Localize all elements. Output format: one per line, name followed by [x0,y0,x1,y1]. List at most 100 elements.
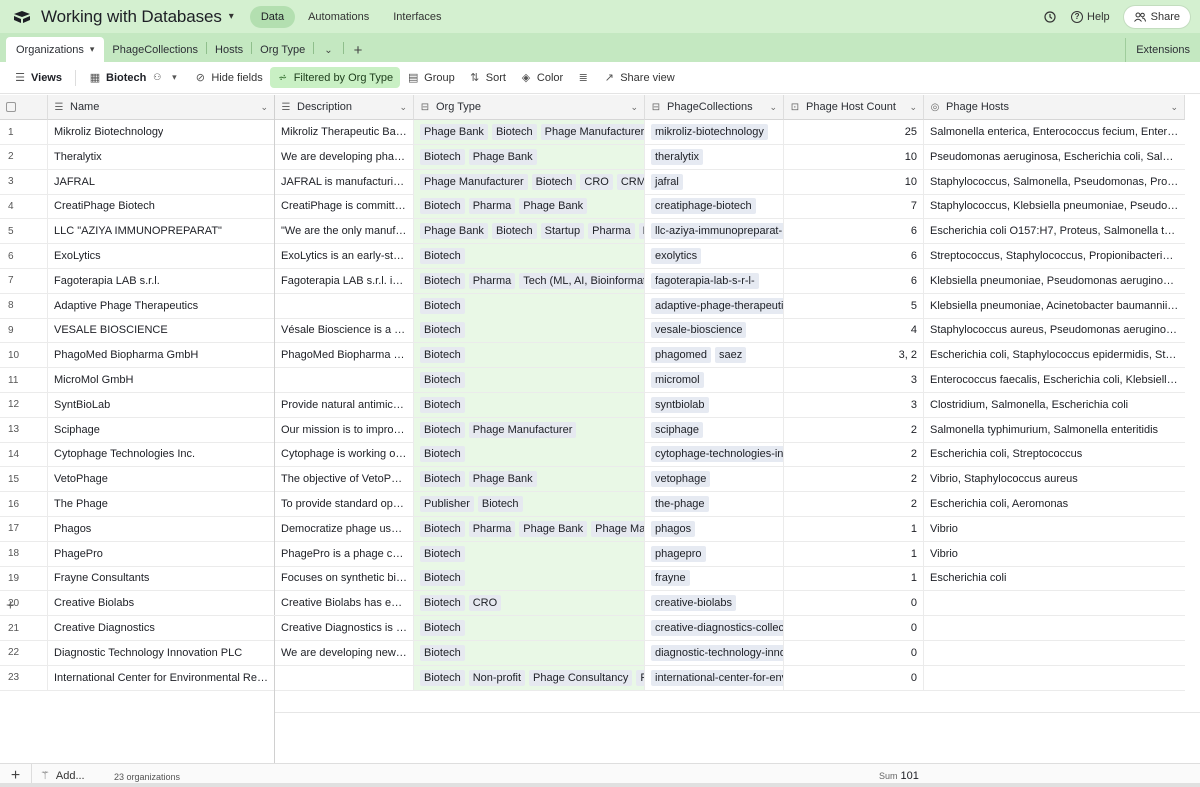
chevron-down-icon[interactable]: ⌄ [399,102,407,113]
share-view-button[interactable]: ↗ Share view [596,67,681,88]
phage-host-count-cell[interactable]: 7 [784,194,924,219]
column-header-phagecollections[interactable]: ⊟ PhageCollections ⌄ [645,95,784,120]
description-cell[interactable]: Mikroliz Therapeutic Bact... [275,120,414,144]
table-row[interactable]: 23 International Center for Environmental… [0,665,1185,691]
description-cell[interactable]: PhagoMed Biopharma G... [275,343,414,368]
phage-host-count-cell[interactable]: 0 [784,640,924,665]
phagecollection-link[interactable]: phagepro [651,545,706,562]
org-type-tag[interactable]: Biotech [420,198,465,215]
phagecollections-cell[interactable]: diagnostic-technology-inno [645,640,784,665]
name-cell[interactable]: Creative Diagnostics [48,616,275,640]
phagecollections-cell[interactable]: frayne [645,566,784,591]
help-button[interactable]: ? Help [1071,10,1110,23]
sort-button[interactable]: ⇅ Sort [462,67,513,88]
column-header-org-type[interactable]: ⊟ Org Type ⌄ [414,95,645,120]
phage-host-count-cell[interactable]: 25 [784,120,924,144]
phagecollection-link[interactable]: jafral [651,173,683,190]
phage-host-count-cell[interactable]: 3, 2 [784,343,924,368]
org-type-tag[interactable]: Phage Bank [468,148,537,165]
table-row[interactable]: 21 Creative Diagnostics Creative Diagnosti… [0,616,1185,641]
phage-host-count-cell[interactable]: 2 [784,417,924,442]
chevron-down-icon[interactable]: ⌄ [314,38,342,62]
org-type-cell[interactable]: Biotech Pharma Phage Bank [414,194,645,219]
table-row[interactable]: 17 Phagos Democratize phage use - ... Biote… [0,516,1185,542]
phage-hosts-cell[interactable]: Vibrio [924,517,1185,541]
row-height-button[interactable]: ≣ [570,67,596,88]
phagecollections-cell[interactable]: phagos [645,516,784,541]
phagecollection-link[interactable]: vesale-bioscience [651,322,747,339]
phagecollection-link[interactable]: international-center-for-env [651,669,783,686]
nav-interfaces[interactable]: Interfaces [382,6,452,28]
description-cell[interactable]: JAFRAL is manufacturing ... [275,169,414,194]
table-row[interactable]: 5 LLC "AZIYA IMMUNOPREPARAT" "We are the o… [0,219,1185,245]
phage-host-count-cell[interactable]: 1 [784,566,924,591]
org-type-cell[interactable]: Phage ManufacturerBiotechCROCRMO [414,169,645,194]
description-cell[interactable]: We are developing phage... [275,144,414,169]
org-type-tag[interactable]: Pharma [468,198,516,215]
org-type-tag[interactable]: Biotech [491,223,537,240]
name-cell[interactable]: VESALE BIOSCIENCE [48,318,275,343]
table-row[interactable]: 8 Adaptive Phage Therapeutics Biotech adapt… [0,293,1185,319]
org-type-tag[interactable]: Pharma [468,272,516,289]
org-type-tag[interactable]: Biotech [420,396,465,413]
tab-phagecollections[interactable]: PhageCollections [104,38,206,62]
phage-hosts-cell[interactable]: Streptococcus, Staphylococcus, Propionib… [924,244,1185,268]
table-row[interactable]: 18 PhagePro PhagePro is a phage com... Biot… [0,541,1185,567]
phagecollection-link[interactable]: frayne [651,570,690,587]
phage-hosts-cell[interactable]: Escherichia coli O157:H7, Proteus, Salmo… [924,219,1185,243]
phage-hosts-cell[interactable]: Salmonella enterica, Enterococcus fecium… [924,120,1185,144]
phage-host-count-cell[interactable]: 2 [784,467,924,492]
org-type-tag[interactable]: Phage Manufacturer [420,173,528,190]
description-cell[interactable]: "We are the only manufac... [275,219,414,244]
group-button[interactable]: ▤ Group [400,67,462,88]
phagecollections-cell[interactable]: vetophage [645,467,784,492]
org-type-tag[interactable]: Biotech [420,297,465,314]
phage-hosts-cell[interactable] [924,616,1185,640]
phagecollection-link[interactable]: phagomed [651,347,711,364]
org-type-tag[interactable]: Phage Manufacturer [468,421,577,438]
phage-hosts-cell[interactable]: Staphylococcus aureus, Pseudomonas aerug… [924,318,1185,342]
phage-host-count-cell[interactable]: 2 [784,442,924,467]
phagecollections-cell[interactable]: the-phage [645,492,784,516]
phage-host-count-cell[interactable]: 5 [784,293,924,318]
phage-host-count-cell[interactable]: 6 [784,268,924,293]
phagecollection-link[interactable]: creative-diagnostics-collec [651,620,783,636]
phage-hosts-cell[interactable]: Klebsiella pneumoniae, Acinetobacter bau… [924,294,1185,318]
phagecollection-link[interactable]: fagoterapia-lab-s-r-l- [651,272,759,289]
table-row[interactable]: 10 PhagoMed Biopharma GmbH PhagoMed Biopha… [0,343,1185,369]
org-type-tag[interactable]: Biotech [420,446,465,463]
phage-host-count-cell[interactable]: 0 [784,591,924,616]
org-type-tag[interactable]: Phage Bank [420,124,488,140]
org-type-tag[interactable]: Phage Manufacturer [540,124,644,140]
phagecollections-cell[interactable]: fagoterapia-lab-s-r-l- [645,268,784,293]
name-cell[interactable]: Diagnostic Technology Innovation PLC [48,640,275,665]
phagecollections-cell[interactable]: llc-aziya-immunopreparat- [645,219,784,244]
phagecollections-cell[interactable]: exolytics [645,244,784,268]
org-type-tag[interactable]: Non-profit [468,669,525,686]
org-type-cell[interactable]: Biotech [414,293,645,318]
org-type-tag[interactable]: Phage Bank [519,520,588,537]
history-icon[interactable] [1043,10,1057,24]
org-type-tag[interactable]: Biotech [420,620,465,636]
table-row[interactable]: 13 Sciphage Our mission is to improve ... B… [0,417,1185,443]
phage-host-count-cell[interactable]: 4 [784,318,924,343]
chevron-down-icon[interactable]: ⌄ [630,102,638,113]
org-type-tag[interactable]: CRO [580,173,613,190]
phagecollection-link[interactable]: diagnostic-technology-inno [651,644,783,661]
phagecollections-cell[interactable]: international-center-for-env [645,665,784,690]
phagecollection-link[interactable]: saez [715,347,747,364]
name-cell[interactable]: Fagoterapia LAB s.r.l. [48,268,275,293]
name-cell[interactable]: SyntBioLab [48,392,275,417]
org-type-cell[interactable]: Phage BankBiotechStartupPharmaPhage [414,219,645,244]
table-row[interactable]: 12 SyntBioLab Provide natural antimicro...… [0,392,1185,418]
column-header-name[interactable]: ☰ Name ⌄ [48,95,275,120]
chevron-down-icon[interactable]: ▾ [90,44,95,55]
phage-hosts-cell[interactable]: Klebsiella pneumoniae, Pseudomonas aerug… [924,269,1185,293]
org-type-tag[interactable]: Pharma [588,223,635,240]
org-type-cell[interactable]: BiotechPharmaPhage BankPhage Manufac [414,516,645,541]
phagecollections-cell[interactable]: vesale-bioscience [645,318,784,343]
org-type-tag[interactable]: Biotech [420,669,465,686]
description-cell[interactable]: CreatiPhage is committed... [275,194,414,219]
org-type-cell[interactable]: Publisher Biotech [414,492,645,516]
name-cell[interactable]: The Phage [48,492,275,516]
